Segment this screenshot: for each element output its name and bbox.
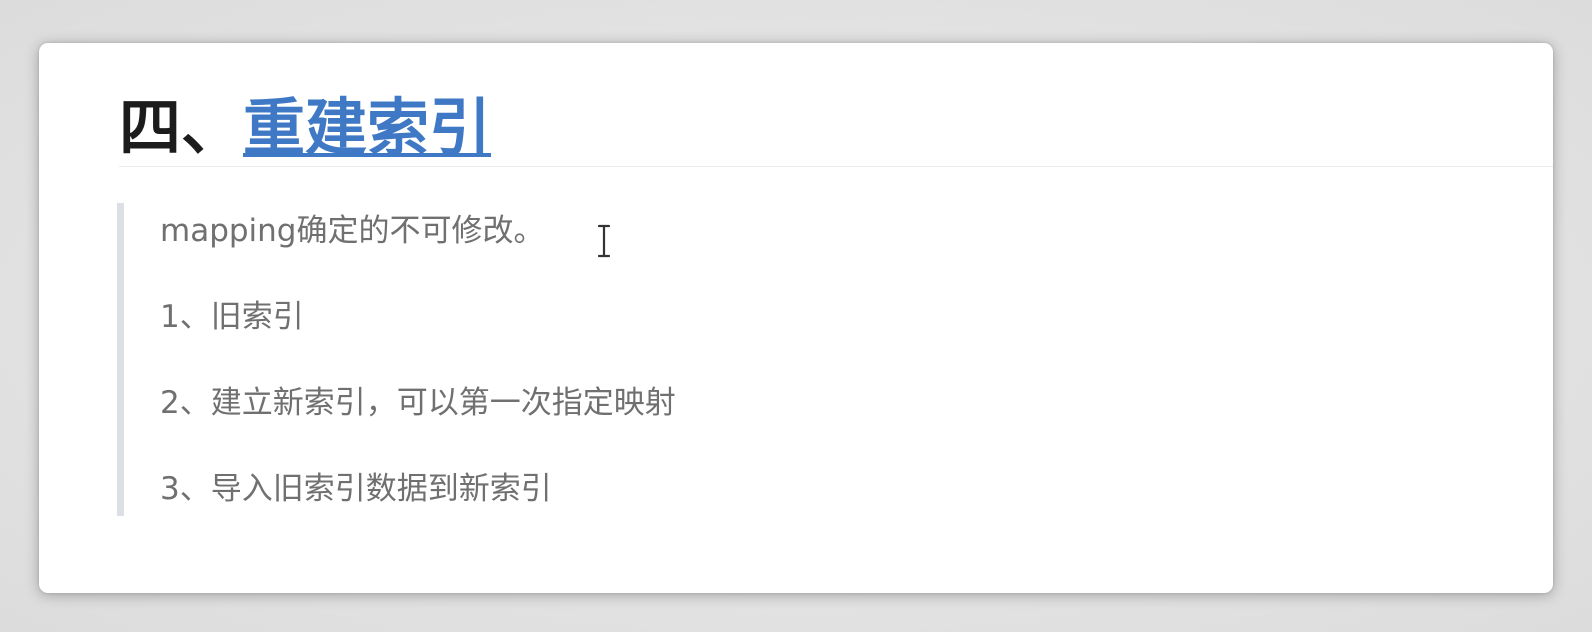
blockquote: mapping确定的不可修改。 1、旧索引 2、建立新索引，可以第一次指定映射 … <box>117 203 1017 516</box>
document-card: 四、重建索引 mapping确定的不可修改。 1、旧索引 2、建立新索引，可以第… <box>39 43 1553 593</box>
section-heading: 四、重建索引 <box>119 89 1553 167</box>
section-number: 四、 <box>119 91 244 164</box>
step-item: 1、旧索引 <box>160 299 304 335</box>
section-title-link[interactable]: 重建索引 <box>243 91 491 164</box>
step-item: 3、导入旧索引数据到新索引 <box>160 471 552 507</box>
step-item: 2、建立新索引，可以第一次指定映射 <box>160 385 676 421</box>
intro-text: mapping确定的不可修改。 <box>160 213 545 249</box>
text-cursor-icon <box>597 224 611 258</box>
